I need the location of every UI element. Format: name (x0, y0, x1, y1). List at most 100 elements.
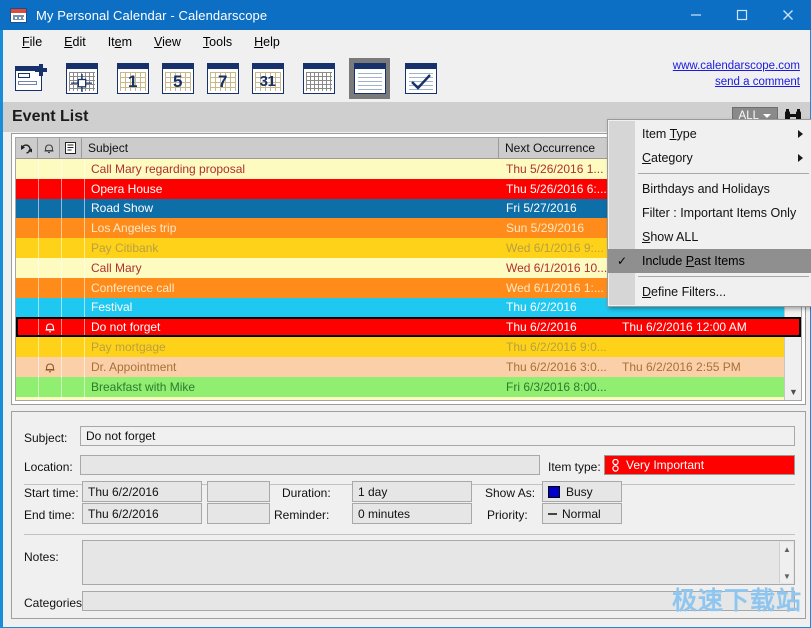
cell-next-occurrence: Thu 6/2/2016 3:0... (502, 357, 618, 377)
cell-recurrence (16, 397, 38, 401)
cell-subject: Road Show (85, 199, 502, 219)
calendar-7-icon: 7 (207, 63, 239, 94)
cell-next-occurrence: Sun 5/29/2016 (502, 218, 618, 238)
menu-item-item-type-label: Item Type (642, 127, 697, 141)
day-view-button[interactable]: 1 (112, 58, 153, 99)
cell-note (62, 199, 84, 219)
menu-item-filter-important-only[interactable]: Filter : Important Items Only (608, 201, 811, 225)
alarm-column-header[interactable] (38, 138, 60, 158)
note-column-header[interactable] (60, 138, 82, 158)
table-row[interactable]: Breakfast with MikeFri 6/3/2016 8:00... (16, 377, 801, 397)
cell-reminder (618, 397, 768, 401)
busy-color-swatch (548, 486, 560, 498)
month-view-button[interactable]: 31 (247, 58, 288, 99)
calendar-5-icon: 5 (162, 63, 194, 94)
alarm-bell-icon (44, 321, 56, 333)
cell-subject: Breakfast with Mike (85, 377, 502, 397)
menu-item-include-past-items[interactable]: ✓ Include Past Items (608, 249, 811, 273)
new-event-button[interactable] (10, 58, 51, 99)
table-row[interactable]: Do not forgetThu 6/2/2016Thu 6/2/2016 12… (16, 317, 801, 337)
end-time-input[interactable] (207, 503, 270, 524)
cell-note (62, 397, 84, 401)
new-event-icon (15, 64, 47, 92)
cell-note (62, 317, 84, 337)
priority-label: Priority: (487, 508, 528, 522)
priority-text: Normal (562, 507, 601, 521)
maximize-button[interactable] (719, 0, 765, 30)
menu-item-item-type[interactable]: Item Type (608, 122, 811, 146)
cell-alarm (39, 377, 61, 397)
year-view-button[interactable] (298, 58, 339, 99)
menu-file[interactable]: File (11, 32, 53, 52)
reminder-input[interactable]: 0 minutes (352, 503, 472, 524)
cell-next-occurrence: Thu 6/2/2016 (502, 298, 618, 318)
notes-scroll-up-button[interactable]: ▲ (780, 542, 794, 556)
task-list-view-button[interactable] (400, 58, 441, 99)
menu-separator (638, 173, 809, 174)
goto-date-button[interactable] (61, 58, 102, 99)
recurrence-column-header[interactable] (16, 138, 38, 158)
send-comment-link[interactable]: send a comment (673, 74, 800, 90)
location-input[interactable] (80, 455, 540, 475)
cell-subject: Conference call (85, 278, 502, 298)
subject-column-header[interactable]: Subject (82, 138, 499, 158)
priority-value[interactable]: Normal (542, 503, 622, 524)
start-time-input[interactable] (207, 481, 270, 502)
cell-note (62, 357, 84, 377)
alarm-bell-icon (43, 142, 55, 154)
cell-alarm (39, 179, 61, 199)
minimize-button[interactable] (673, 0, 719, 30)
cell-subject: Dr. Appointment (85, 357, 502, 377)
menu-view[interactable]: View (143, 32, 192, 52)
table-row[interactable]: Call Jack Hawkins 981-645-7232Fri 6/3/20… (16, 397, 801, 401)
cell-subject: Call Jack Hawkins 981-645-7232 (85, 397, 502, 401)
cell-next-occurrence: Fri 6/3/2016 8:00... (502, 377, 618, 397)
menu-separator (638, 276, 809, 277)
item-type-value[interactable]: Very Important (604, 455, 795, 475)
item-type-label: Item type: (548, 460, 601, 474)
menu-item[interactable]: Item (97, 32, 143, 52)
menu-tools[interactable]: Tools (192, 32, 243, 52)
notes-scrollbar[interactable]: ▲ ▼ (779, 542, 793, 583)
cell-next-occurrence: Thu 5/26/2016 6:... (502, 179, 618, 199)
menu-item-define-filters[interactable]: Define Filters... (608, 280, 811, 304)
workweek-view-button[interactable]: 5 (157, 58, 198, 99)
menu-item-category[interactable]: Category (608, 146, 811, 170)
close-button[interactable] (765, 0, 811, 30)
cell-alarm (39, 218, 61, 238)
table-row[interactable]: Pay mortgageThu 6/2/2016 9:0... (16, 337, 801, 357)
website-link[interactable]: www.calendarscope.com (673, 58, 800, 74)
next-occurrence-column-header[interactable]: Next Occurrence (499, 138, 615, 158)
subject-input[interactable]: Do not forget (80, 426, 795, 446)
day-view-label: 1 (128, 73, 137, 90)
title-bar: My Personal Calendar - Calendarscope (0, 0, 811, 30)
menu-item-birthdays-and-holidays[interactable]: Birthdays and Holidays (608, 177, 811, 201)
menu-item-birthdays-label: Birthdays and Holidays (642, 182, 770, 196)
menu-item-filter-important-label: Filter : Important Items Only (642, 206, 796, 220)
cell-next-occurrence: Thu 6/2/2016 (502, 317, 618, 337)
duration-input[interactable]: 1 day (352, 481, 472, 502)
week-view-button[interactable]: 7 (202, 58, 243, 99)
cell-note (62, 337, 84, 357)
event-list-view-button[interactable] (349, 58, 390, 99)
cell-reminder (618, 337, 768, 357)
scroll-down-button[interactable]: ▼ (785, 383, 802, 400)
workweek-view-label: 5 (173, 73, 182, 90)
show-as-value[interactable]: Busy (542, 481, 622, 502)
menu-help[interactable]: Help (243, 32, 291, 52)
cell-note (62, 377, 84, 397)
cell-subject: Pay mortgage (85, 337, 502, 357)
menu-item-show-all[interactable]: Show ALL (608, 225, 811, 249)
notes-input[interactable]: ▲ ▼ (82, 540, 795, 585)
cell-note (62, 298, 84, 318)
cell-recurrence (16, 258, 38, 278)
cell-recurrence (16, 377, 38, 397)
show-as-text: Busy (566, 485, 593, 499)
start-date-input[interactable]: Thu 6/2/2016 (82, 481, 202, 502)
crosshair-calendar-icon (66, 63, 98, 94)
end-date-input[interactable]: Thu 6/2/2016 (82, 503, 202, 524)
cell-alarm (39, 298, 61, 318)
menu-edit[interactable]: Edit (53, 32, 97, 52)
table-row[interactable]: Dr. AppointmentThu 6/2/2016 3:0...Thu 6/… (16, 357, 801, 377)
cell-subject: Call Mary regarding proposal (85, 159, 502, 179)
